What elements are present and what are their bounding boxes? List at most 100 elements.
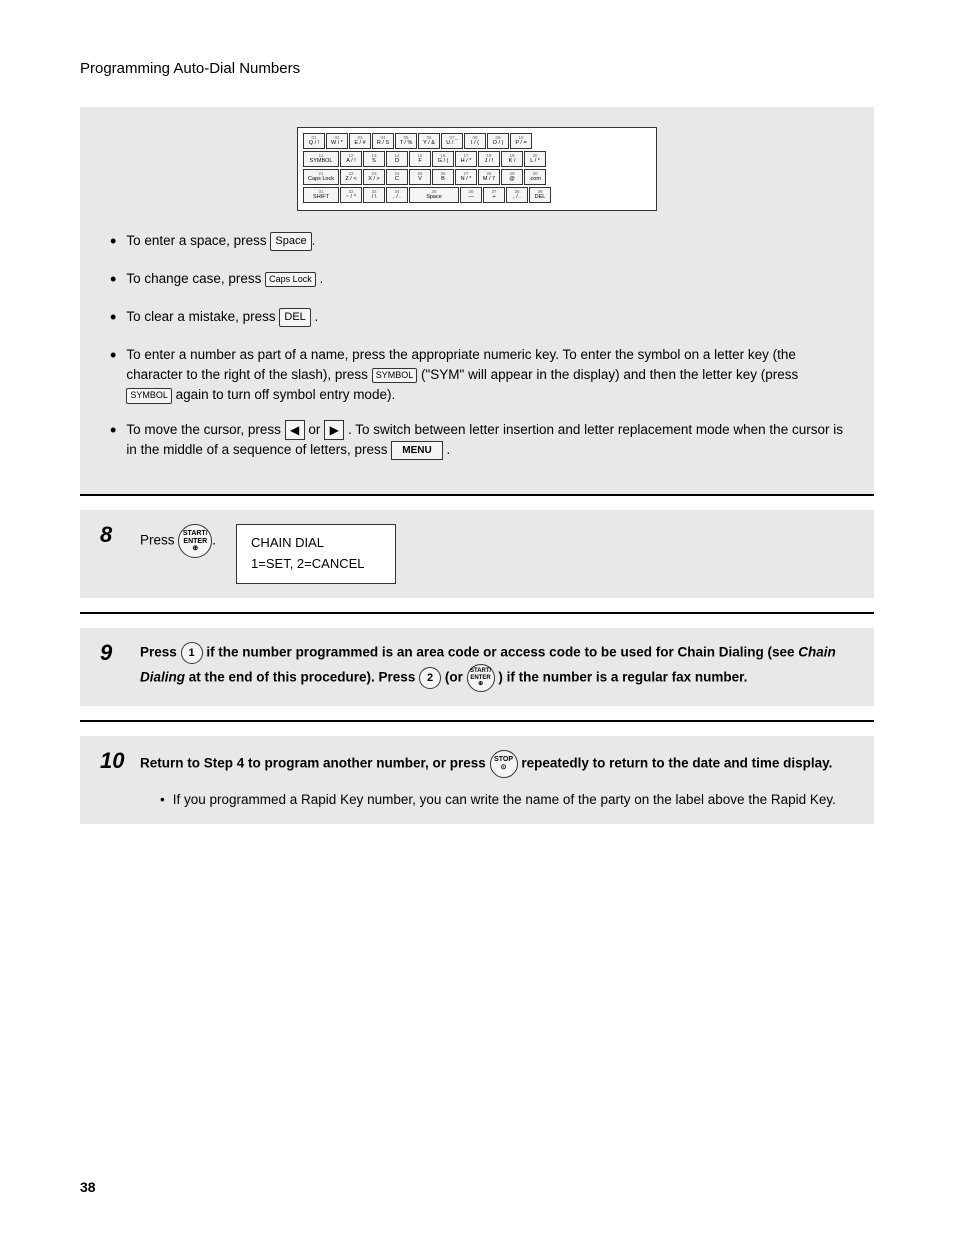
kbd-row-2: 11SYMBOL 12A / ! 13S 14D 15F 16G / ( 17H… bbox=[303, 151, 651, 167]
kbd-key-shift: 31SHIFT bbox=[303, 187, 339, 203]
step-9-text2: at the end of this procedure). Press bbox=[189, 670, 419, 685]
page: Programming Auto-Dial Numbers 01Q / ! 02… bbox=[0, 0, 954, 1235]
start-enter-key: START/ENTER⊕ bbox=[178, 524, 212, 558]
step-9-text4: ) if the number is a regular fax number. bbox=[498, 670, 747, 685]
kbd-key-period: 38, / . bbox=[506, 187, 528, 203]
step-9-header: 9 Press 1 if the number programmed is an… bbox=[100, 642, 854, 692]
step-10-header: 10 Return to Step 4 to program another n… bbox=[100, 750, 854, 810]
bullet-number-text3: again to turn off symbol entry mode). bbox=[176, 387, 396, 402]
stop-key: STOP⊙ bbox=[490, 750, 518, 778]
bullet-cursor-content: To move the cursor, press ◀ or ▶ . To sw… bbox=[126, 420, 844, 461]
kbd-key-x: 23X / > bbox=[363, 169, 385, 185]
bullet-dot-5: • bbox=[110, 417, 116, 444]
page-number: 38 bbox=[80, 1179, 96, 1195]
right-arrow-key: ▶ bbox=[324, 420, 344, 440]
kbd-row-4: 31SHIFT 32~ / ^ 33/ \ 34, / . 35Space 36… bbox=[303, 187, 651, 203]
bullet-clear-content: To clear a mistake, press DEL . bbox=[126, 307, 844, 327]
kbd-key-t: 05T / % bbox=[395, 133, 417, 149]
step-10-text1: Return to Step 4 to program another numb… bbox=[140, 756, 486, 771]
kbd-row-1: 01Q / ! 02W / * 03E / # 04R / S 05T / % … bbox=[303, 133, 651, 149]
instruction-list: • To enter a space, press Space. • To ch… bbox=[110, 231, 844, 460]
step-8-content: Press START/ENTER⊕ . CHAIN DIAL 1=SET, 2… bbox=[140, 524, 854, 584]
kbd-row-3: 21Caps Lock 22Z / < 23X / > 24C 25V 26B … bbox=[303, 169, 651, 185]
key-1-circle: 1 bbox=[181, 642, 203, 664]
kbd-key-n: 27N / * bbox=[455, 169, 477, 185]
step-9-text-press: Press bbox=[140, 645, 181, 660]
kbd-key-k: 19K / bbox=[501, 151, 523, 167]
keyboard-diagram: 01Q / ! 02W / * 03E / # 04R / S 05T / % … bbox=[297, 127, 657, 211]
bullet-dot-4: • bbox=[110, 342, 116, 369]
bullet-case-content: To change case, press Caps Lock . bbox=[126, 269, 844, 289]
key-2-circle: 2 bbox=[419, 667, 441, 689]
bullet-cursor-end: . bbox=[446, 442, 450, 457]
bullet-number: • To enter a number as part of a name, p… bbox=[110, 345, 844, 406]
step-10-number: 10 bbox=[100, 750, 130, 772]
kbd-key-comma: 34, / . bbox=[386, 187, 408, 203]
bullet-cursor: • To move the cursor, press ◀ or ▶ . To … bbox=[110, 420, 844, 461]
kbd-key-e: 03E / # bbox=[349, 133, 371, 149]
step-8-number: 8 bbox=[100, 524, 130, 546]
kbd-key-b: 26B bbox=[432, 169, 454, 185]
step-10-text3: repeatedly to return to the date and tim… bbox=[521, 756, 832, 771]
kbd-key-q: 01Q / ! bbox=[303, 133, 325, 149]
bullet-cursor-or: or bbox=[308, 422, 324, 437]
kbd-key-j: 18J / ! bbox=[478, 151, 500, 167]
kbd-key-space: 35Space bbox=[409, 187, 459, 203]
kbd-key-slash: 33/ \ bbox=[363, 187, 385, 203]
kbd-key-plus: 37+ bbox=[483, 187, 505, 203]
step-9-text3: (or bbox=[445, 670, 467, 685]
kbd-key-r: 04R / S bbox=[372, 133, 394, 149]
kbd-key-f: 15F bbox=[409, 151, 431, 167]
kbd-key-s: 13S bbox=[363, 151, 385, 167]
kbd-key-o: 09O / ) bbox=[487, 133, 509, 149]
left-arrow-key: ◀ bbox=[285, 420, 305, 440]
bullet-case-text: To change case, press bbox=[126, 271, 261, 286]
step-8-display: CHAIN DIAL 1=SET, 2=CANCEL bbox=[236, 524, 396, 584]
kbd-key-v: 25V bbox=[409, 169, 431, 185]
kbd-key-h: 17H / * bbox=[455, 151, 477, 167]
step-10-section: 10 Return to Step 4 to program another n… bbox=[80, 720, 874, 838]
bullet-space: • To enter a space, press Space. bbox=[110, 231, 844, 255]
kbd-key-a: 12A / ! bbox=[340, 151, 362, 167]
menu-key-badge: MENU bbox=[391, 441, 442, 460]
step-10-sub-bullet: • If you programmed a Rapid Key number, … bbox=[160, 790, 854, 810]
step-9-section: 9 Press 1 if the number programmed is an… bbox=[80, 612, 874, 720]
bullet-number-content: To enter a number as part of a name, pre… bbox=[126, 345, 844, 406]
kbd-key-p: 10P / = bbox=[510, 133, 532, 149]
kbd-key-d: 14D bbox=[386, 151, 408, 167]
kbd-key-l: 20L / * bbox=[524, 151, 546, 167]
step-10-bg: 10 Return to Step 4 to program another n… bbox=[80, 736, 874, 824]
step-9-bg: 9 Press 1 if the number programmed is an… bbox=[80, 628, 874, 706]
step-8-body: Press START/ENTER⊕ . CHAIN DIAL 1=SET, 2… bbox=[140, 524, 854, 584]
kbd-key-tilde: 32~ / ^ bbox=[340, 187, 362, 203]
step-8-bg: 8 Press START/ENTER⊕ . CHAIN DIAL 1=SET,… bbox=[80, 510, 874, 598]
step-9-content: Press 1 if the number programmed is an a… bbox=[140, 642, 854, 692]
bullet-space-text: To enter a space, press bbox=[126, 233, 266, 248]
page-title: Programming Auto-Dial Numbers bbox=[80, 60, 874, 77]
display-line1: CHAIN DIAL bbox=[251, 533, 381, 554]
bullet-dot-2: • bbox=[110, 266, 116, 293]
step-10-bold: Return to Step 4 to program another numb… bbox=[140, 750, 854, 778]
kbd-key-com: 30.com bbox=[524, 169, 546, 185]
kbd-key-at: 29@ bbox=[501, 169, 523, 185]
kbd-key-g: 16G / ( bbox=[432, 151, 454, 167]
del-key-badge: DEL bbox=[279, 308, 310, 327]
sub-bullet-dot: • bbox=[160, 790, 165, 810]
start-enter-key-2: START/ENTER⊕ bbox=[467, 664, 495, 692]
kbd-key-z: 22Z / < bbox=[340, 169, 362, 185]
bullet-case: • To change case, press Caps Lock . bbox=[110, 269, 844, 293]
step-8-section: 8 Press START/ENTER⊕ . CHAIN DIAL 1=SET,… bbox=[80, 494, 874, 612]
step-8-press-text: Press bbox=[140, 533, 175, 548]
kbd-key-dash: 36— bbox=[460, 187, 482, 203]
bullet-clear: • To clear a mistake, press DEL . bbox=[110, 307, 844, 331]
kbd-key-i: 08I / ( bbox=[464, 133, 486, 149]
sub-bullet-text: If you programmed a Rapid Key number, yo… bbox=[173, 790, 836, 810]
space-key-badge: Space bbox=[270, 232, 311, 251]
kbd-key-w: 02W / * bbox=[326, 133, 348, 149]
symbol-key-badge-1: SYMBOL bbox=[372, 368, 418, 384]
kbd-key-symbol: 11SYMBOL bbox=[303, 151, 339, 167]
bullet-dot-1: • bbox=[110, 228, 116, 255]
kbd-key-u: 07U / ¯ bbox=[441, 133, 463, 149]
display-line2: 1=SET, 2=CANCEL bbox=[251, 554, 381, 575]
capslock-key-badge: Caps Lock bbox=[265, 272, 316, 288]
